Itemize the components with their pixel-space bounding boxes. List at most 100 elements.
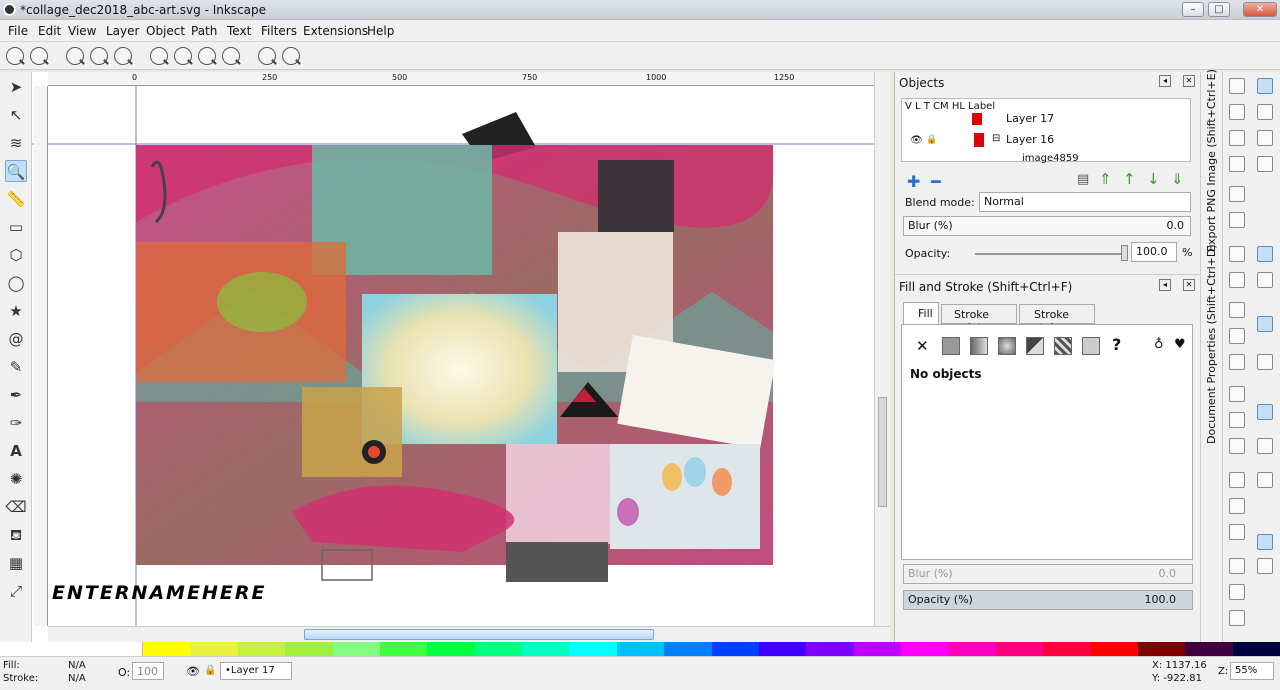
zoom-previous-icon[interactable] bbox=[258, 47, 276, 65]
unset-paint-icon[interactable]: ? bbox=[1112, 335, 1121, 354]
expand-icon[interactable]: ⊟ bbox=[992, 133, 1000, 144]
duplicate-icon[interactable] bbox=[1229, 472, 1245, 488]
zoom-page-width-icon[interactable] bbox=[222, 47, 240, 65]
raise-to-top-icon[interactable]: ⇑ bbox=[1099, 170, 1112, 188]
ellipse-tool-icon[interactable]: ◯ bbox=[5, 272, 27, 294]
fill-stroke-collapse-icon[interactable]: ◂ bbox=[1159, 279, 1171, 291]
palette-swatch[interactable] bbox=[427, 642, 475, 656]
layer-visibility-icon[interactable]: 👁 bbox=[186, 665, 200, 678]
snap-paths-icon[interactable] bbox=[1257, 272, 1273, 288]
connector-tool-icon[interactable]: ⤢ bbox=[5, 580, 27, 602]
horizontal-scrollbar[interactable] bbox=[48, 626, 890, 642]
eraser-tool-icon[interactable]: ⌫ bbox=[5, 496, 27, 518]
objects-blur-field[interactable]: Blur (%) 0.0 bbox=[903, 216, 1191, 236]
snap-grid-icon[interactable] bbox=[1257, 558, 1273, 574]
zoom-out-icon[interactable] bbox=[30, 47, 48, 65]
fill-stroke-opacity-field[interactable]: Opacity (%) 100.0 bbox=[903, 590, 1193, 610]
copy-icon[interactable] bbox=[1229, 302, 1245, 318]
fill-indicator-value[interactable]: N/A bbox=[68, 660, 86, 671]
snap-bbox-corner-icon[interactable] bbox=[1257, 156, 1273, 172]
vertical-ruler[interactable] bbox=[34, 86, 48, 626]
palette-swatch[interactable] bbox=[616, 642, 665, 656]
open-file-icon[interactable] bbox=[1229, 104, 1245, 120]
swatch-icon[interactable] bbox=[1082, 337, 1100, 355]
fill-stroke-blur-field[interactable]: Blur (%) 0.0 bbox=[903, 564, 1193, 584]
palette-swatch[interactable] bbox=[1137, 642, 1186, 656]
zoom-selection-icon[interactable] bbox=[150, 47, 168, 65]
canvas[interactable]: ENTERNAMEHERE bbox=[32, 72, 890, 642]
objects-row[interactable]: Layer 16 bbox=[1006, 133, 1054, 146]
snap-bbox-icon[interactable] bbox=[1257, 104, 1273, 120]
fill-stroke-close-icon[interactable]: ✕ bbox=[1183, 279, 1195, 291]
palette-swatch[interactable] bbox=[569, 642, 617, 656]
palette-swatch[interactable] bbox=[332, 642, 380, 656]
layer-lock-icon[interactable]: 🔒 bbox=[204, 665, 216, 676]
menu-extensions[interactable]: Extensions bbox=[303, 24, 368, 38]
canvas-name-text[interactable]: ENTERNAMEHERE bbox=[52, 582, 266, 604]
paste-icon[interactable] bbox=[1229, 354, 1245, 370]
spiral-tool-icon[interactable]: @ bbox=[5, 328, 27, 350]
linear-gradient-icon[interactable] bbox=[970, 337, 988, 355]
tab-export-png[interactable]: Export PNG Image (Shift+Ctrl+E) bbox=[1205, 69, 1218, 252]
palette-swatch[interactable] bbox=[379, 642, 428, 656]
raise-icon[interactable]: ↑ bbox=[1123, 170, 1136, 188]
undo-icon[interactable] bbox=[1229, 246, 1245, 262]
menu-layer[interactable]: Layer bbox=[106, 24, 139, 38]
radial-gradient-icon[interactable] bbox=[998, 337, 1016, 355]
measure-tool-icon[interactable]: 📏 bbox=[5, 188, 27, 210]
menu-file[interactable]: File bbox=[8, 24, 28, 38]
layer-properties-icon[interactable]: ▤ bbox=[1077, 172, 1089, 187]
flat-color-icon[interactable] bbox=[942, 337, 960, 355]
palette-swatch[interactable] bbox=[143, 642, 191, 656]
save-icon[interactable] bbox=[1229, 130, 1245, 146]
snap-intersection-icon[interactable] bbox=[1257, 316, 1273, 332]
snap-text-baseline-icon[interactable] bbox=[1257, 472, 1273, 488]
lower-to-bottom-icon[interactable]: ⇓ bbox=[1171, 170, 1184, 188]
tab-fill[interactable]: Fill bbox=[903, 302, 939, 324]
menu-help[interactable]: Help bbox=[367, 24, 394, 38]
cut-icon[interactable] bbox=[1229, 328, 1245, 344]
import-icon[interactable] bbox=[1229, 186, 1245, 202]
stroke-indicator-value[interactable]: N/A bbox=[68, 673, 86, 684]
menu-filters[interactable]: Filters bbox=[261, 24, 297, 38]
tab-stroke-paint[interactable]: Stroke paint bbox=[941, 304, 1017, 334]
zoom-tool-icon[interactable]: 🔍 bbox=[5, 160, 27, 182]
palette-swatch[interactable] bbox=[1043, 642, 1091, 656]
zoom-1-1-icon[interactable] bbox=[66, 47, 84, 65]
zoom-2-1-icon[interactable] bbox=[114, 47, 132, 65]
maximize-button[interactable]: □ bbox=[1208, 2, 1230, 17]
palette-swatch[interactable] bbox=[853, 642, 902, 656]
zoom-in-icon[interactable] bbox=[6, 47, 24, 65]
star-tool-icon[interactable]: ★ bbox=[5, 300, 27, 322]
palette-swatch[interactable] bbox=[190, 642, 238, 656]
palette-swatch[interactable] bbox=[285, 642, 333, 656]
panel-collapse-icon[interactable]: ◂ bbox=[1159, 75, 1171, 87]
objects-tree[interactable]: V L T CM HL Label Layer 17 👁 🔒 ⊟ Layer 1… bbox=[901, 98, 1191, 164]
zoom-page-icon[interactable] bbox=[198, 47, 216, 65]
gradient-tool-icon[interactable]: ▦ bbox=[5, 552, 27, 574]
palette-swatch[interactable] bbox=[806, 642, 854, 656]
add-layer-icon[interactable]: ✚ bbox=[907, 172, 920, 191]
snap-bbox-edge-icon[interactable] bbox=[1257, 130, 1273, 146]
pattern-icon[interactable] bbox=[1054, 337, 1072, 355]
horizontal-ruler[interactable]: 0 250 500 750 1000 1250 bbox=[48, 72, 874, 86]
menu-text[interactable]: Text bbox=[227, 24, 251, 38]
palette-swatch[interactable] bbox=[711, 642, 759, 656]
node-tool-icon[interactable]: ↖ bbox=[5, 104, 27, 126]
objects-row[interactable]: Layer 17 bbox=[1006, 112, 1054, 125]
tweak-tool-icon[interactable]: ≋ bbox=[5, 132, 27, 154]
palette-swatch[interactable] bbox=[995, 642, 1044, 656]
print-icon[interactable] bbox=[1229, 156, 1245, 172]
zoom-drawing-icon[interactable] bbox=[174, 47, 192, 65]
palette-swatch[interactable] bbox=[901, 642, 949, 656]
fill-rule-nonzero-icon[interactable]: ♥ bbox=[1174, 337, 1186, 352]
pen-tool-icon[interactable]: ✒ bbox=[5, 384, 27, 406]
3d-box-tool-icon[interactable]: ⬡ bbox=[5, 244, 27, 266]
zoom-next-icon[interactable] bbox=[282, 47, 300, 65]
paint-bucket-tool-icon[interactable]: ⛾ bbox=[5, 524, 27, 546]
vertical-scrollbar[interactable] bbox=[874, 72, 890, 627]
pencil-tool-icon[interactable]: ✎ bbox=[5, 356, 27, 378]
palette-swatch[interactable] bbox=[1185, 642, 1233, 656]
snap-rotation-center-icon[interactable] bbox=[1257, 438, 1273, 454]
objects-row[interactable]: image4859 bbox=[1022, 153, 1079, 164]
